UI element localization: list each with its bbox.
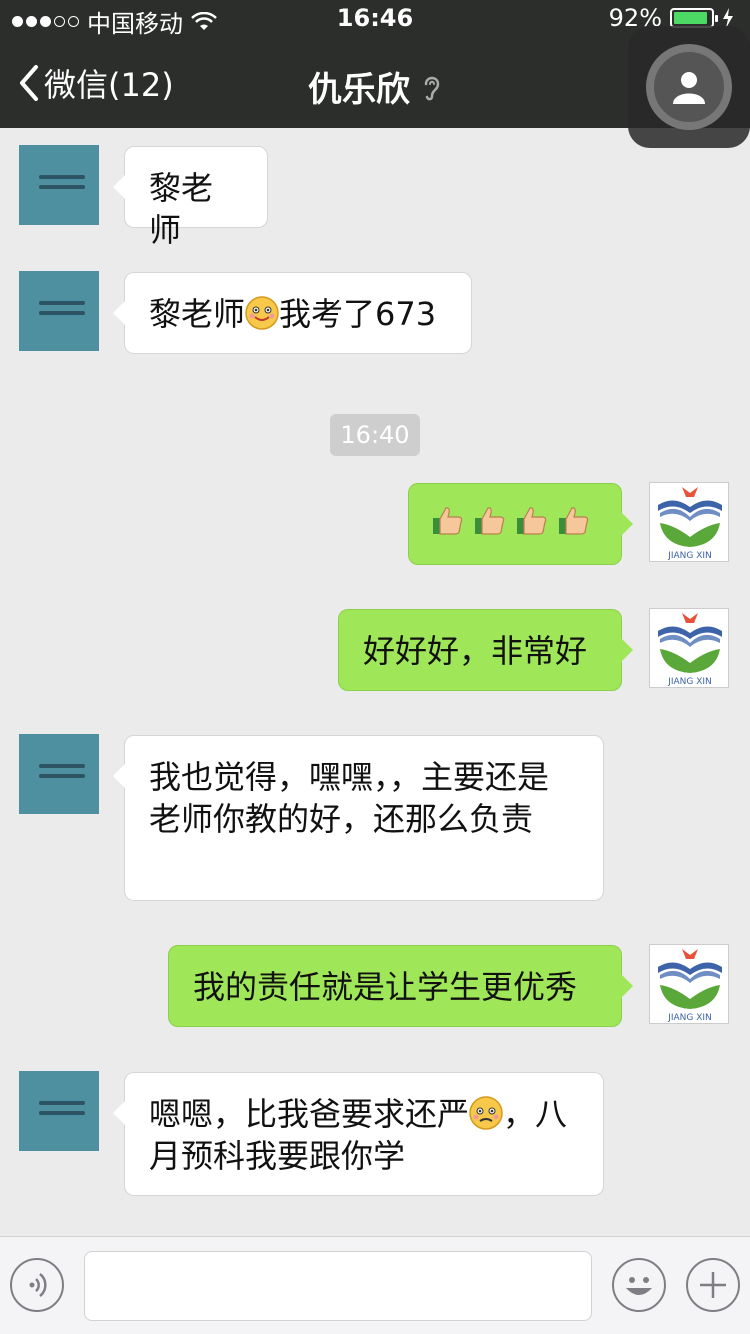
person-icon — [673, 72, 705, 104]
message-text: 我也觉得，嘿嘿，，主要还是老师你教的好，还那么负责 — [149, 758, 550, 838]
input-bar — [0, 1236, 750, 1334]
plus-icon — [700, 1272, 726, 1298]
contact-avatar[interactable] — [19, 734, 99, 814]
message-text: 黎老师 — [149, 295, 246, 333]
smiley-icon — [626, 1277, 652, 1295]
logo-text: JIANG XIN — [667, 677, 712, 687]
thumbs-up-emoji-row — [431, 504, 599, 538]
message-bubble-incoming[interactable]: 黎老师 我考了673 — [113, 272, 472, 354]
thumbs-up-emoji-icon — [517, 507, 547, 535]
school-logo-icon: JIANG XIN — [658, 949, 722, 1023]
message-bubble-incoming[interactable]: 黎老师 — [113, 146, 268, 249]
voice-icon — [29, 1273, 47, 1297]
voice-input-button[interactable] — [10, 1258, 64, 1312]
message-bubble-incoming[interactable]: 嗯嗯，比我爸要求还严 ，八月预科我要跟你学 — [113, 1072, 604, 1196]
message-bubble-outgoing[interactable] — [408, 483, 633, 565]
message-text: 嗯嗯，比我爸要求还严 — [149, 1095, 470, 1133]
logo-text: JIANG XIN — [667, 1013, 712, 1023]
contact-avatar[interactable] — [19, 271, 99, 351]
message-bubble-incoming[interactable]: 我也觉得，嘿嘿，，主要还是老师你教的好，还那么负责 — [113, 735, 604, 901]
my-avatar[interactable]: JIANG XIN — [649, 944, 729, 1024]
school-logo-icon: JIANG XIN — [658, 613, 722, 687]
smile-emoji-icon — [245, 296, 279, 330]
my-avatar[interactable]: JIANG XIN — [649, 482, 729, 562]
message-text: 好好好，非常好 — [363, 632, 588, 670]
emoji-button[interactable] — [612, 1258, 666, 1312]
thumbs-up-emoji-icon — [433, 507, 463, 535]
school-logo-icon: JIANG XIN — [658, 487, 722, 561]
message-text: 黎老师 — [149, 169, 214, 249]
chat-area: 黎老师 黎老师 我考了673 16:40 JIANG XIN 好好好，非常好 J… — [0, 128, 750, 1236]
my-avatar[interactable]: JIANG XIN — [649, 608, 729, 688]
ear-icon — [424, 76, 440, 100]
message-bubble-outgoing[interactable]: 我的责任就是让学生更优秀 — [168, 945, 633, 1027]
nav-bar: 微信(12) 仇乐欣 — [0, 26, 750, 148]
chat-title: 仇乐欣 — [308, 70, 410, 110]
time-divider: 16:40 — [330, 414, 420, 456]
message-text: 我考了673 — [279, 295, 437, 333]
battery-icon — [670, 8, 718, 28]
logo-text: JIANG XIN — [667, 551, 712, 561]
contact-avatar[interactable] — [19, 1071, 99, 1151]
worried-emoji-icon — [469, 1096, 503, 1130]
thumbs-up-emoji-icon — [559, 507, 589, 535]
charging-icon — [723, 8, 733, 28]
message-bubble-outgoing[interactable]: 好好好，非常好 — [338, 609, 633, 691]
message-text: 我的责任就是让学生更优秀 — [193, 968, 578, 1006]
thumbs-up-emoji-icon — [475, 507, 505, 535]
message-input[interactable] — [84, 1251, 592, 1321]
more-button[interactable] — [686, 1258, 740, 1312]
contact-avatar[interactable] — [19, 145, 99, 225]
